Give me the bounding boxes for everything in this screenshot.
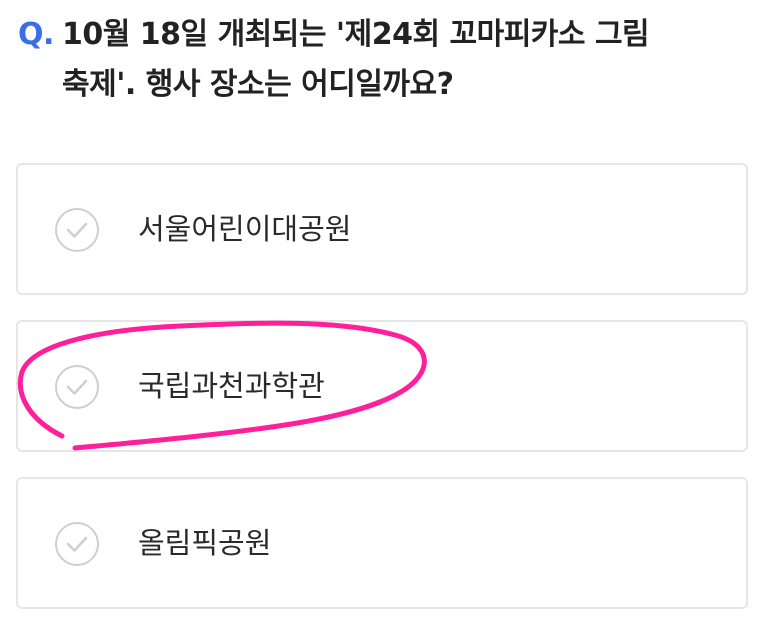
question-line-1: Q. 10월 18일 개최되는 '제24회 꼬마피카소 그림: [18, 10, 748, 60]
answer-option-1[interactable]: 서울어린이대공원: [16, 163, 748, 295]
answer-option-label: 올림픽공원: [138, 526, 272, 560]
check-circle-icon: [55, 522, 99, 566]
quiz-question: Q. 10월 18일 개최되는 '제24회 꼬마피카소 그림 축제'. 행사 장…: [18, 10, 748, 110]
question-text-line-1: 10월 18일 개최되는 '제24회 꼬마피카소 그림: [62, 17, 650, 52]
question-text-line-2: 축제'. 행사 장소는 어디일까요?: [62, 67, 454, 102]
check-circle-icon: [55, 208, 99, 252]
answer-option-label: 서울어린이대공원: [138, 212, 352, 246]
answer-option-2[interactable]: 국립과천과학관: [16, 320, 748, 452]
question-line-2: 축제'. 행사 장소는 어디일까요?: [18, 60, 748, 110]
check-circle-icon: [55, 365, 99, 409]
question-prefix: Q.: [18, 17, 54, 52]
answer-option-3[interactable]: 올림픽공원: [16, 477, 748, 609]
answer-option-label: 국립과천과학관: [138, 369, 325, 403]
